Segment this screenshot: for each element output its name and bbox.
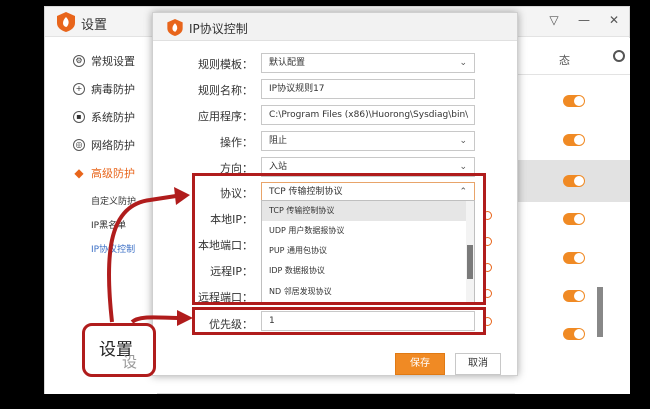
annotation-callout: 设置 <box>82 323 156 377</box>
annotation-ghost-text: 设 <box>122 353 138 371</box>
